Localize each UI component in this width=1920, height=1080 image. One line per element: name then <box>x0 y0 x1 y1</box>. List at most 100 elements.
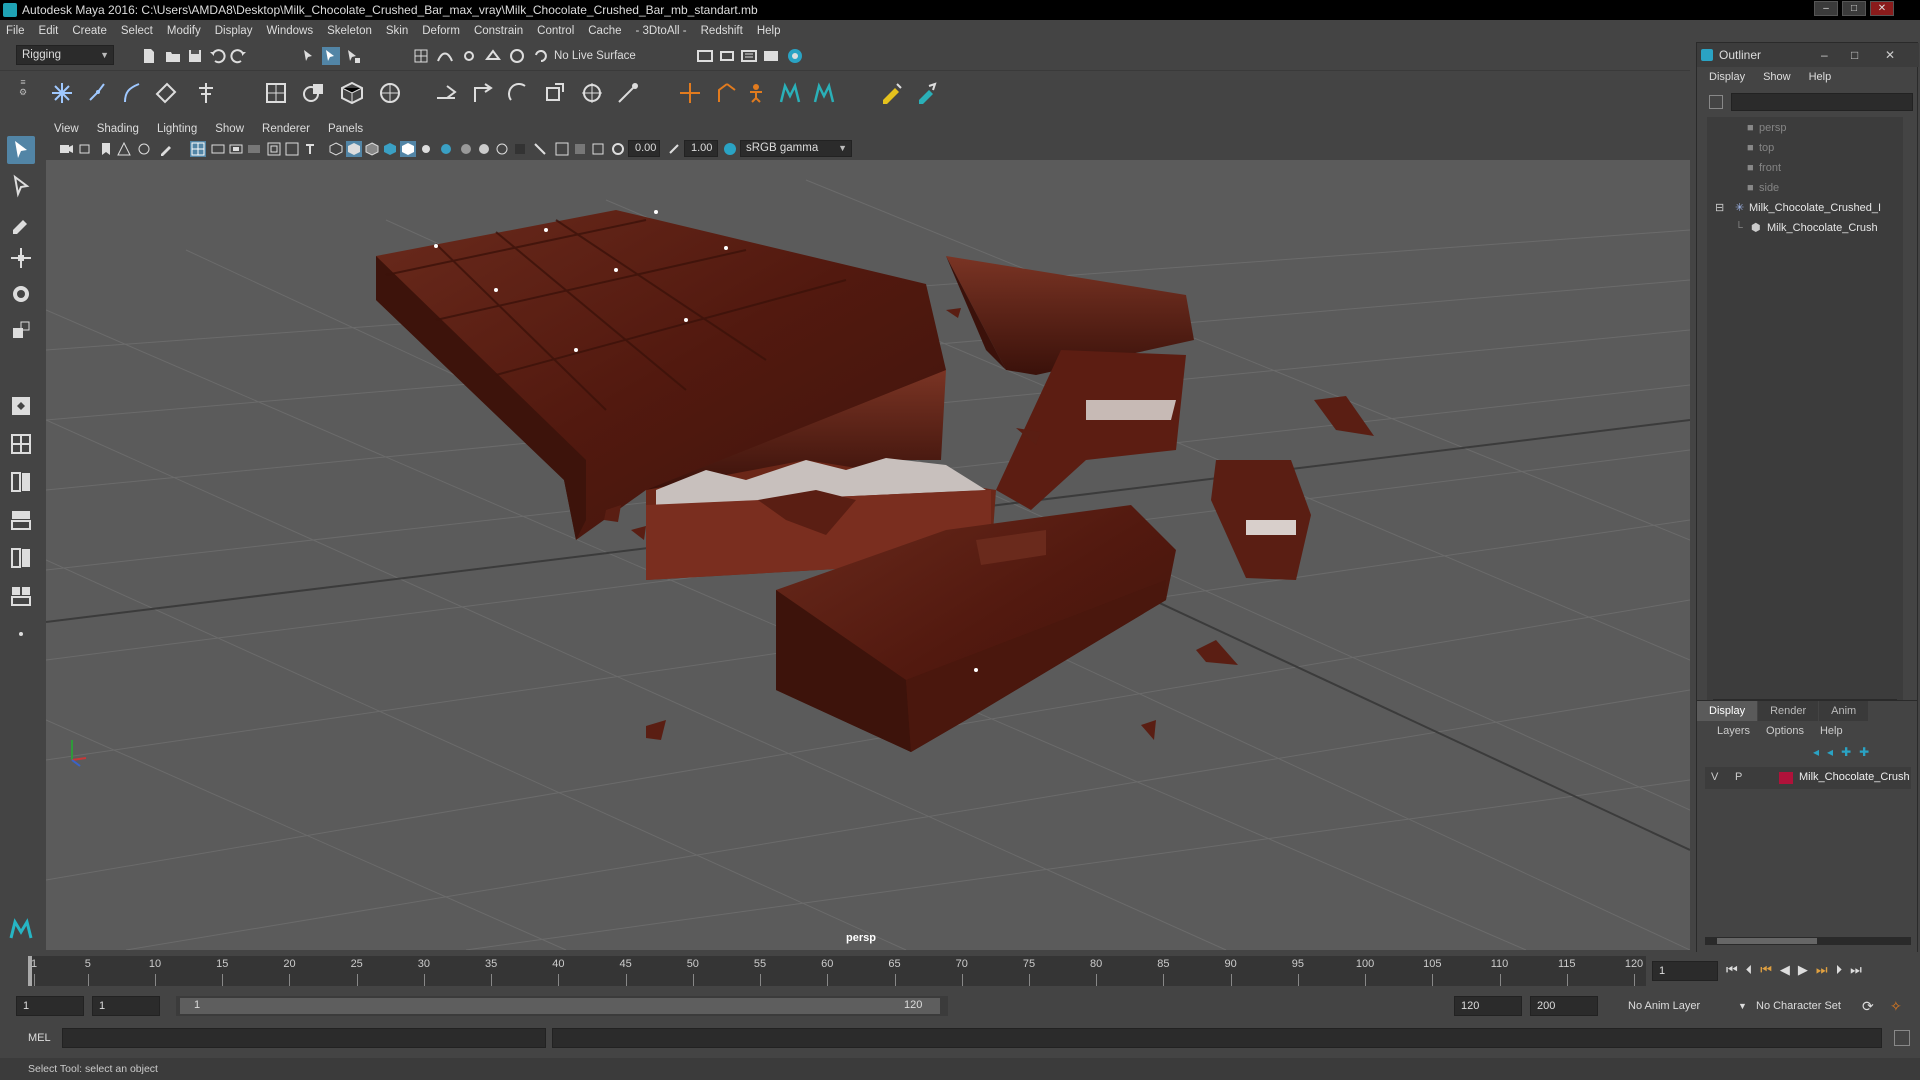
hypershade-layout-icon[interactable] <box>7 544 35 572</box>
wireframe-shading-icon[interactable] <box>328 141 344 157</box>
shelf-menu-icon[interactable]: ≡ ⚙ <box>16 77 30 113</box>
aim-constraint-icon[interactable] <box>578 79 606 107</box>
hik-control-rig-icon[interactable] <box>776 79 804 107</box>
scale-constraint-icon[interactable] <box>540 79 568 107</box>
move-layer-up-icon[interactable]: ◂ <box>1813 745 1819 759</box>
menuset-dropdown[interactable]: Rigging ▼ <box>16 45 114 65</box>
paint-skin-weights-icon[interactable] <box>878 79 906 107</box>
menu-skeleton[interactable]: Skeleton <box>327 25 372 37</box>
script-editor-icon[interactable] <box>1894 1030 1910 1046</box>
persp-outliner-layout-icon[interactable] <box>7 468 35 496</box>
select-component-icon[interactable] <box>344 47 362 65</box>
perspective-viewport[interactable]: persp <box>46 160 1690 950</box>
layer-menu-help[interactable]: Help <box>1820 725 1843 737</box>
ipr-render-icon[interactable] <box>740 47 758 65</box>
current-frame-field[interactable]: 1 <box>1652 961 1718 981</box>
panel-menu-show[interactable]: Show <box>215 123 244 135</box>
save-scene-icon[interactable] <box>186 47 204 65</box>
redo-icon[interactable] <box>230 47 248 65</box>
panel-menu-lighting[interactable]: Lighting <box>157 123 197 135</box>
layer-menu-layers[interactable]: Layers <box>1717 725 1750 737</box>
new-layer-selected-icon[interactable]: ✚ <box>1859 745 1869 759</box>
minimize-icon[interactable]: – <box>1821 43 1828 67</box>
snap-point-icon[interactable] <box>460 47 478 65</box>
panel-menu-shading[interactable]: Shading <box>97 123 139 135</box>
wrap-deformer-icon[interactable] <box>376 79 404 107</box>
snap-grid-icon[interactable] <box>412 47 430 65</box>
parent-constraint-icon[interactable] <box>432 79 460 107</box>
bind-skin-icon[interactable] <box>152 79 180 107</box>
cluster-icon[interactable] <box>262 79 290 107</box>
animation-preferences-icon[interactable]: ✧ <box>1890 998 1902 1015</box>
layer-visibility-toggle[interactable]: V <box>1711 771 1718 783</box>
color-management-icon[interactable] <box>722 141 738 157</box>
maximize-icon[interactable]: □ <box>1851 43 1858 67</box>
collapse-icon[interactable]: ⊟ <box>1715 199 1735 217</box>
point-constraint-icon[interactable] <box>468 79 496 107</box>
bookmark-icon[interactable] <box>98 141 114 157</box>
ik-spline-icon[interactable] <box>118 79 146 107</box>
exposure-field[interactable]: 0.00 <box>628 140 660 157</box>
live-surface-icon[interactable] <box>532 47 550 65</box>
xray-components-icon[interactable] <box>572 141 588 157</box>
playback-start-field[interactable]: 1 <box>92 996 160 1016</box>
paint-select-tool-icon[interactable] <box>7 208 35 236</box>
minimize-button[interactable]: – <box>1814 1 1838 16</box>
outliner-item-group[interactable]: ⊟ ✳ Milk_Chocolate_Crushed_I <box>1715 199 1881 217</box>
select-tool-icon[interactable] <box>7 136 35 164</box>
step-back-key-icon[interactable]: ⏮ <box>1760 962 1772 978</box>
layer-hscrollbar[interactable] <box>1705 937 1911 945</box>
layer-name[interactable]: Milk_Chocolate_Crush <box>1799 771 1910 783</box>
lattice-icon[interactable] <box>338 79 366 107</box>
mirror-skin-weights-icon[interactable] <box>912 79 940 107</box>
select-object-icon[interactable] <box>322 47 340 65</box>
outliner-item-top[interactable]: ■ top <box>1747 139 1774 157</box>
camera-attributes-icon[interactable] <box>78 141 94 157</box>
xray-joints-icon[interactable] <box>554 141 570 157</box>
joint-tool-icon[interactable] <box>48 79 76 107</box>
tab-render[interactable]: Render <box>1758 701 1819 721</box>
range-bar[interactable]: 1 120 <box>176 996 948 1016</box>
2d-pan-zoom-icon[interactable] <box>136 141 152 157</box>
select-hierarchy-icon[interactable] <box>300 47 318 65</box>
end-time-field[interactable]: 200 <box>1530 996 1598 1016</box>
menu-select[interactable]: Select <box>121 25 153 37</box>
safe-title-icon[interactable] <box>302 141 318 157</box>
outliner-menu-show[interactable]: Show <box>1763 71 1791 83</box>
menu-control[interactable]: Control <box>537 25 574 37</box>
motion-blur-icon[interactable] <box>458 141 474 157</box>
menu-modify[interactable]: Modify <box>167 25 201 37</box>
playback-end-field[interactable]: 120 <box>1454 996 1522 1016</box>
auto-key-icon[interactable]: ⟳ <box>1862 998 1874 1015</box>
wireframe-on-shaded-icon[interactable] <box>364 141 380 157</box>
hik-character-icon[interactable] <box>742 79 770 107</box>
depth-of-field-icon[interactable] <box>494 141 510 157</box>
close-icon[interactable]: ✕ <box>1885 43 1895 67</box>
command-input[interactable] <box>62 1028 546 1048</box>
scrollbar-thumb[interactable] <box>1717 938 1817 944</box>
hypershade-icon[interactable] <box>786 47 804 65</box>
move-tool-icon[interactable] <box>7 244 35 272</box>
xray-icon[interactable] <box>532 141 548 157</box>
hik-skeleton-icon[interactable] <box>712 79 740 107</box>
scale-tool-icon[interactable] <box>7 316 35 344</box>
play-backwards-icon[interactable]: ◀ <box>1780 962 1790 978</box>
close-button[interactable]: ✕ <box>1870 1 1894 16</box>
persp-graph-layout-icon[interactable] <box>7 506 35 534</box>
menu-create[interactable]: Create <box>72 25 107 37</box>
layer-playback-toggle[interactable]: P <box>1735 771 1742 783</box>
view-transform-dropdown[interactable]: sRGB gamma ▼ <box>740 140 852 157</box>
outliner-item-side[interactable]: ■ side <box>1747 179 1779 197</box>
textured-icon[interactable] <box>382 141 398 157</box>
multisample-aa-icon[interactable] <box>476 141 492 157</box>
blend-shape-icon[interactable] <box>300 79 328 107</box>
field-chart-icon[interactable] <box>266 141 282 157</box>
range-bar-handle[interactable] <box>180 998 940 1014</box>
exposure-icon[interactable] <box>610 141 626 157</box>
backface-culling-icon[interactable] <box>590 141 606 157</box>
panel-menu-renderer[interactable]: Renderer <box>262 123 310 135</box>
image-plane-icon[interactable] <box>116 141 132 157</box>
film-gate-icon[interactable] <box>210 141 226 157</box>
render-frame-icon[interactable] <box>718 47 736 65</box>
select-camera-icon[interactable] <box>58 141 74 157</box>
